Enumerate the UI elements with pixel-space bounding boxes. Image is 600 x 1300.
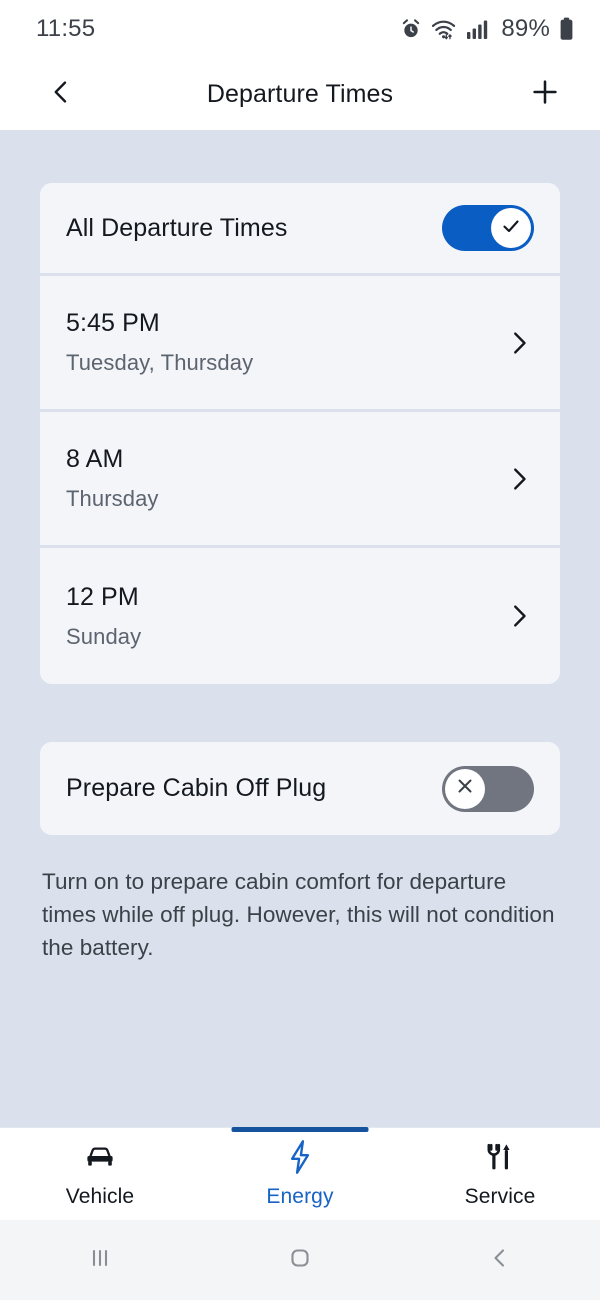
battery-icon <box>559 17 574 41</box>
back-button-system[interactable] <box>400 1220 600 1300</box>
departure-time-row[interactable]: 12 PM Sunday <box>40 548 560 684</box>
card-spacer <box>40 684 560 742</box>
departure-time-text: 12 PM Sunday <box>66 583 141 650</box>
chevron-right-icon <box>504 464 534 494</box>
back-button[interactable] <box>38 71 84 117</box>
alarm-icon <box>400 18 422 40</box>
all-departure-times-toggle[interactable] <box>442 205 534 251</box>
bottom-tab-bar: Vehicle Energy Service <box>0 1127 600 1220</box>
close-icon <box>453 774 477 803</box>
lightning-bolt-icon <box>285 1139 315 1175</box>
add-departure-time-button[interactable] <box>522 71 568 117</box>
departure-time-value: 5:45 PM <box>66 309 160 337</box>
tab-label: Energy <box>266 1185 334 1208</box>
home-button[interactable] <box>200 1220 400 1300</box>
check-icon <box>499 214 523 243</box>
tab-service[interactable]: Service <box>400 1128 600 1220</box>
departure-time-text: 8 AM Thursday <box>66 445 159 512</box>
battery-percent-label: 89% <box>501 15 550 42</box>
toggle-knob <box>445 768 485 809</box>
departure-time-text: 5:45 PM Tuesday, Thursday <box>66 309 253 376</box>
back-icon <box>485 1243 515 1278</box>
tab-vehicle[interactable]: Vehicle <box>0 1128 200 1220</box>
departure-time-row[interactable]: 8 AM Thursday <box>40 412 560 548</box>
departure-time-days: Tuesday, Thursday <box>66 350 254 375</box>
system-navigation-bar <box>0 1220 600 1300</box>
departure-time-value: 12 PM <box>66 582 139 611</box>
plus-icon <box>529 76 561 113</box>
wrench-screwdriver-icon <box>484 1139 516 1175</box>
status-bar: 11:55 89% <box>0 0 600 58</box>
tab-label: Service <box>464 1185 536 1208</box>
all-departure-times-label: All Departure Times <box>66 213 288 242</box>
departure-time-days: Sunday <box>66 623 142 649</box>
prepare-cabin-toggle[interactable] <box>442 765 534 812</box>
home-icon <box>285 1243 315 1278</box>
app-screen: 11:55 89% Departure Times All Departure … <box>0 0 600 1300</box>
wifi-icon <box>431 18 457 40</box>
chevron-right-icon <box>504 328 534 358</box>
departure-time-row[interactable]: 5:45 PM Tuesday, Thursday <box>40 276 560 412</box>
tab-indicator <box>231 1127 369 1132</box>
prepare-cabin-row[interactable]: Prepare Cabin Off Plug <box>40 742 560 835</box>
toggle-knob <box>491 208 531 248</box>
content-area: All Departure Times 5:45 PM Tuesday, Thu… <box>0 130 600 1127</box>
departure-time-days: Thursday <box>66 486 159 511</box>
tab-energy[interactable]: Energy <box>200 1127 400 1220</box>
cellular-signal-icon <box>466 18 490 40</box>
prepare-cabin-card: Prepare Cabin Off Plug <box>40 742 560 835</box>
prepare-cabin-description: Turn on to prepare cabin comfort for dep… <box>42 869 555 960</box>
car-icon <box>83 1139 117 1175</box>
status-time: 11:55 <box>36 15 96 42</box>
status-icons: 89% <box>400 15 574 43</box>
prepare-cabin-label: Prepare Cabin Off Plug <box>66 774 327 802</box>
all-departure-times-row[interactable]: All Departure Times <box>40 183 560 276</box>
departure-time-value: 8 AM <box>66 445 124 473</box>
page-title: Departure Times <box>206 79 394 108</box>
departure-times-card: All Departure Times 5:45 PM Tuesday, Thu… <box>40 183 560 684</box>
tab-label: Vehicle <box>65 1185 135 1208</box>
app-header: Departure Times <box>0 58 600 130</box>
chevron-right-icon <box>504 601 534 631</box>
chevron-left-icon <box>46 77 76 112</box>
recents-button[interactable] <box>0 1220 200 1300</box>
recents-icon <box>85 1243 115 1278</box>
